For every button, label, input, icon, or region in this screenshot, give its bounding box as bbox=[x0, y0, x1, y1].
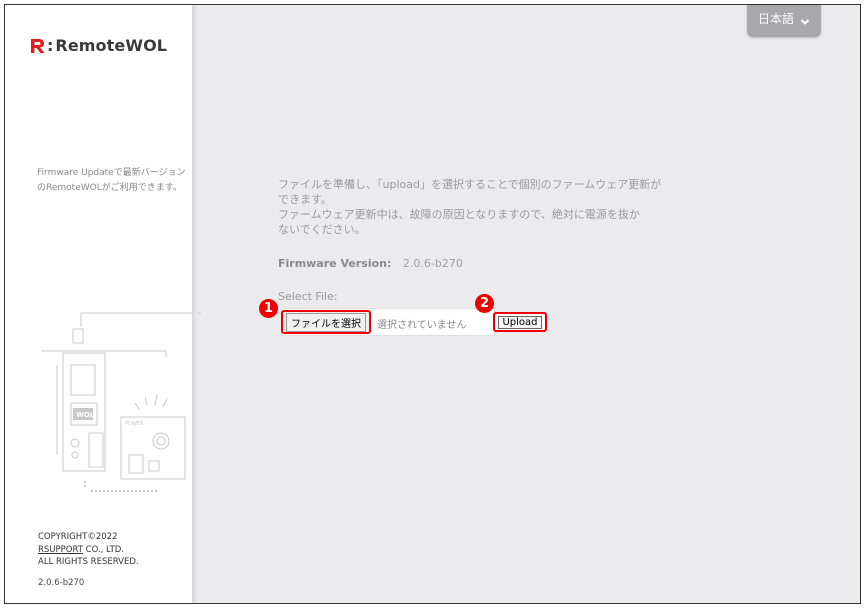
rights-line: ALL RIGHTS RESERVED. bbox=[38, 557, 139, 567]
instruction-line: ファームウェア更新中は、故障の原因となりますので、絶対に電源を抜か bbox=[278, 208, 640, 221]
rsupport-link[interactable]: RSUPPORT bbox=[38, 545, 83, 555]
upload-button[interactable]: Upload bbox=[493, 312, 547, 332]
firmware-version-label: Firmware Version: bbox=[278, 257, 392, 270]
firmware-version-row: Firmware Version: 2.0.6-b270 bbox=[278, 257, 463, 270]
choose-file-button[interactable]: ファイルを選択 bbox=[281, 310, 371, 334]
copyright-line: COPYRIGHT©2022 bbox=[38, 532, 118, 542]
copyright-notice: COPYRIGHT©2022 RSUPPORT CO., LTD. ALL RI… bbox=[38, 531, 139, 569]
language-label: 日本語 bbox=[757, 12, 794, 26]
company-suffix: CO., LTD. bbox=[82, 544, 125, 555]
choose-file-label: ファイルを選択 bbox=[286, 312, 366, 332]
copyright-company-line: RSUPPORT CO., LTD. bbox=[38, 544, 139, 557]
instruction-line: ファイルを準備し、「upload」を選択することで個別のファームウェア更新が bbox=[278, 178, 662, 191]
sidebar-divider bbox=[192, 5, 198, 603]
annotation-badge-1: 1 bbox=[259, 299, 278, 318]
file-status-text: 選択されていません bbox=[377, 320, 467, 331]
instruction-line: できます。 bbox=[278, 193, 332, 206]
device-illustration: WOL POWER bbox=[41, 312, 201, 492]
logo-colon: : bbox=[47, 36, 54, 55]
language-selector[interactable]: 日本語 bbox=[747, 5, 821, 37]
upload-label: Upload bbox=[498, 315, 542, 329]
update-instructions: ファイルを準備し、「upload」を選択することで個別のファームウェア更新が で… bbox=[278, 177, 668, 237]
brand-name: RemoteWOL bbox=[55, 36, 168, 55]
sidebar: : RemoteWOL Firmware Updateで最新バージョンのRemo… bbox=[5, 5, 201, 603]
sidebar-description: Firmware Updateで最新バージョンのRemoteWOLがご利用できま… bbox=[37, 168, 186, 193]
remotewol-logo-icon bbox=[31, 38, 45, 53]
svg-text:WOL: WOL bbox=[76, 411, 95, 419]
chevron-down-icon bbox=[800, 19, 810, 25]
brand-logo: : RemoteWOL bbox=[29, 36, 167, 55]
svg-text:POWER: POWER bbox=[125, 421, 144, 427]
firmware-version-value: 2.0.6-b270 bbox=[402, 257, 463, 270]
app-window: : RemoteWOL Firmware Updateで最新バージョンのRemo… bbox=[4, 4, 861, 604]
instruction-line: ないでください。 bbox=[278, 223, 366, 236]
select-file-label: Select File: bbox=[278, 290, 338, 303]
sidebar-version: 2.0.6-b270 bbox=[38, 578, 85, 588]
annotation-badge-2: 2 bbox=[475, 294, 494, 313]
